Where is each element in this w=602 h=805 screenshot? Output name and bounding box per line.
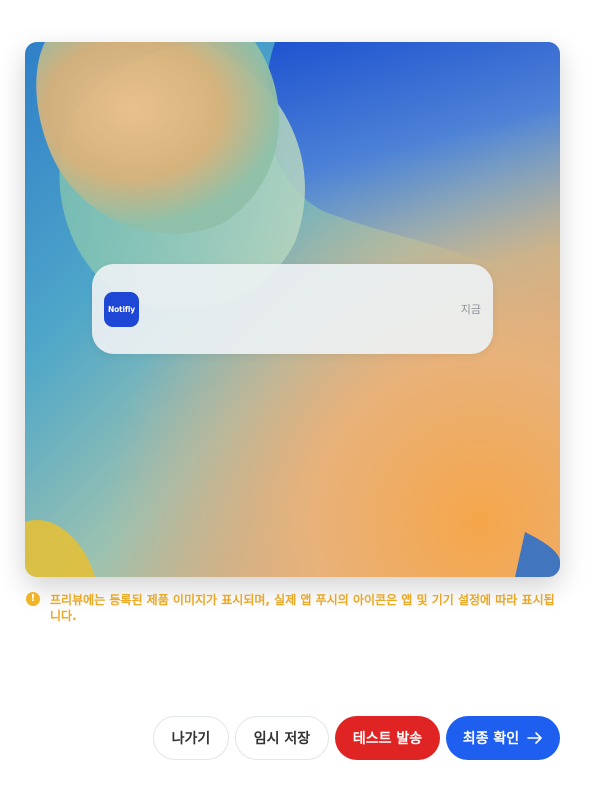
final-confirm-button[interactable]: 최종 확인 xyxy=(446,716,560,760)
exit-button[interactable]: 나가기 xyxy=(153,716,229,760)
final-confirm-button-label: 최종 확인 xyxy=(462,731,520,747)
send-test-button-label: 테스트 발송 xyxy=(352,731,423,747)
push-notification: Notifly 지금 xyxy=(92,264,493,354)
app-icon-logo-text: Notifly xyxy=(108,305,135,314)
app-icon: Notifly xyxy=(104,292,139,327)
send-test-button[interactable]: 테스트 발송 xyxy=(335,716,440,760)
save-draft-button[interactable]: 임시 저장 xyxy=(235,716,329,760)
notification-time: 지금 xyxy=(460,303,481,316)
action-bar: 나가기 임시 저장 테스트 발송 최종 확인 xyxy=(153,716,560,760)
notice-text: 프리뷰에는 등록된 제품 이미지가 표시되며, 실제 앱 푸시의 아이콘은 앱 … xyxy=(50,593,555,623)
save-draft-button-label: 임시 저장 xyxy=(253,731,311,747)
preview-notice: ! 프리뷰에는 등록된 제품 이미지가 표시되며, 실제 앱 푸시의 아이콘은 … xyxy=(26,592,566,624)
warning-icon: ! xyxy=(26,592,40,606)
push-preview: Notifly 지금 xyxy=(25,42,560,577)
exit-button-label: 나가기 xyxy=(171,731,211,747)
arrow-right-icon xyxy=(527,732,543,744)
